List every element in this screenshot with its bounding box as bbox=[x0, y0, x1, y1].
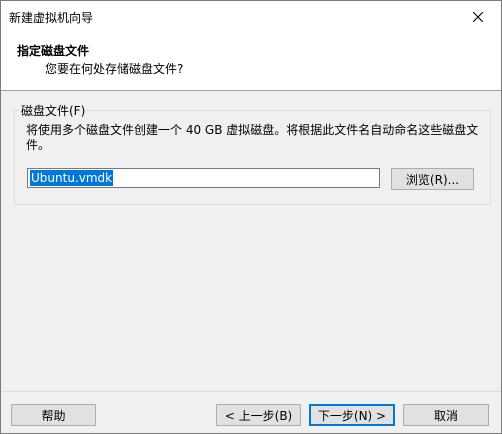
title-bar: 新建虚拟机向导 bbox=[1, 1, 501, 32]
window-title: 新建虚拟机向导 bbox=[9, 11, 94, 25]
next-button[interactable]: 下一步(N) > bbox=[309, 404, 395, 426]
cancel-button[interactable]: 取消 bbox=[403, 404, 489, 426]
page-title: 指定磁盘文件 bbox=[17, 44, 90, 58]
footer-divider bbox=[1, 391, 501, 392]
close-icon bbox=[473, 11, 483, 22]
disk-file-group-label: 磁盘文件(F) bbox=[19, 102, 88, 119]
browse-button[interactable]: 浏览(R)... bbox=[391, 168, 474, 190]
disk-file-description: 将使用多个磁盘文件创建一个 40 GB 虚拟磁盘。将根据此文件名自动命名这些磁盘… bbox=[26, 123, 479, 152]
wizard-window: 新建虚拟机向导 指定磁盘文件 您要在何处存储磁盘文件? 磁盘文件(F) 将使用多… bbox=[0, 0, 502, 434]
disk-filename-value: Ubuntu.vmdk bbox=[30, 170, 114, 186]
wizard-header: 指定磁盘文件 您要在何处存储磁盘文件? bbox=[1, 32, 501, 91]
help-button[interactable]: 帮助 bbox=[11, 404, 96, 426]
back-button[interactable]: < 上一步(B) bbox=[216, 404, 301, 426]
close-button[interactable] bbox=[455, 1, 501, 32]
disk-filename-input[interactable]: Ubuntu.vmdk bbox=[27, 168, 380, 188]
page-subtitle: 您要在何处存储磁盘文件? bbox=[45, 62, 184, 76]
